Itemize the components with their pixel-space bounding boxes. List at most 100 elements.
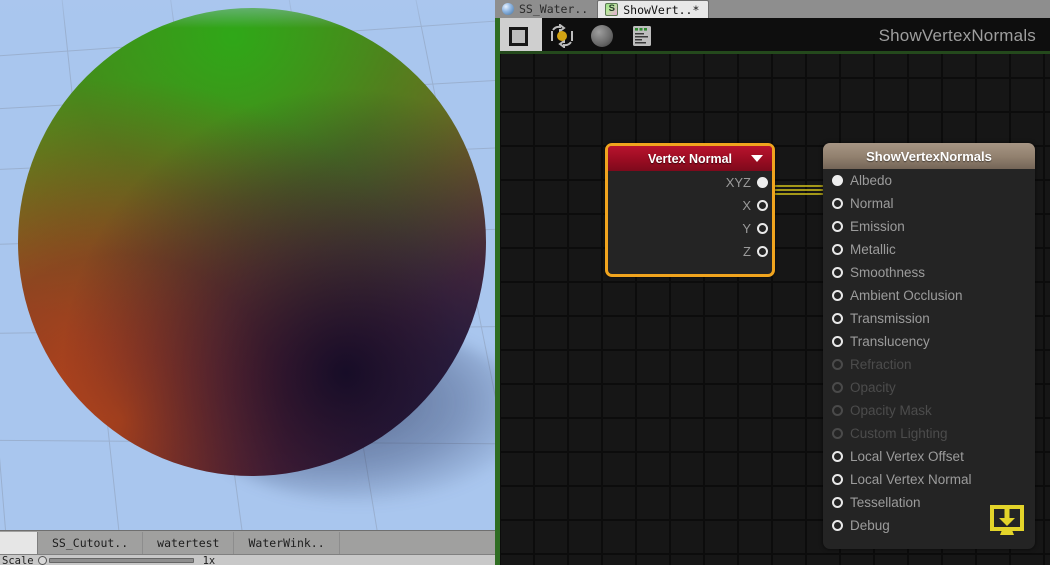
input-port-label: Local Vertex Normal — [850, 472, 972, 487]
input-port-albedo[interactable]: Albedo — [823, 169, 1035, 192]
port-dot[interactable] — [832, 336, 843, 347]
port-dot[interactable] — [832, 497, 843, 508]
input-port-opacity-mask: Opacity Mask — [823, 399, 1035, 422]
port-dot[interactable] — [757, 200, 768, 211]
port-dot[interactable] — [832, 221, 843, 232]
bottom-tab-label: WaterWink.. — [248, 535, 325, 550]
node-header[interactable]: Vertex Normal — [608, 146, 772, 171]
input-port-label: Emission — [850, 219, 905, 234]
port-dot[interactable] — [832, 244, 843, 255]
node-title: Vertex Normal — [647, 151, 733, 166]
output-port-label: Y — [742, 221, 751, 236]
input-port-ambient-occlusion[interactable]: Ambient Occlusion — [823, 284, 1035, 307]
document-code-icon — [633, 26, 651, 46]
port-dot[interactable] — [832, 313, 843, 324]
node-title: ShowVertexNormals — [866, 148, 992, 164]
input-port-normal[interactable]: Normal — [823, 192, 1035, 215]
bottom-tab-ss-cutout[interactable]: SS_Cutout.. — [38, 531, 144, 554]
input-port-label: Custom Lighting — [850, 426, 948, 441]
input-port-label: Ambient Occlusion — [850, 288, 963, 303]
bottom-tab-watertest[interactable]: watertest — [143, 531, 235, 554]
scale-slider-track[interactable] — [48, 558, 194, 563]
port-dot[interactable] — [757, 223, 768, 234]
output-port-y[interactable]: Y — [608, 217, 772, 240]
input-port-label: Opacity — [850, 380, 896, 395]
port-dot[interactable] — [832, 520, 843, 531]
output-port-label: X — [742, 198, 751, 213]
input-port-emission[interactable]: Emission — [823, 215, 1035, 238]
port-dot[interactable] — [832, 267, 843, 278]
input-port-transmission[interactable]: Transmission — [823, 307, 1035, 330]
code-button[interactable] — [622, 18, 662, 54]
input-port-label: Tessellation — [850, 495, 921, 510]
page-title: ShowVertexNormals — [878, 26, 1036, 45]
output-port-label: XYZ — [725, 175, 751, 190]
port-dot[interactable] — [757, 177, 768, 188]
preview-button[interactable] — [582, 18, 622, 54]
square-icon — [509, 26, 528, 46]
scale-slider-row[interactable]: Scale 1x — [0, 554, 495, 565]
port-dot[interactable] — [832, 290, 843, 301]
download-to-monitor-icon[interactable] — [987, 503, 1027, 539]
output-port-label: Z — [743, 244, 751, 259]
port-dot — [832, 382, 843, 393]
bottom-tab-waterwink[interactable]: WaterWink.. — [234, 531, 340, 554]
input-port-smoothness[interactable]: Smoothness — [823, 261, 1035, 284]
project-tab-strip[interactable]: SS_Cutout.. watertest WaterWink.. — [0, 531, 495, 554]
port-dot — [832, 405, 843, 416]
bottom-tab-label: SS_Cutout.. — [52, 535, 129, 550]
port-dot — [832, 428, 843, 439]
output-port-xyz[interactable]: XYZ — [608, 171, 772, 194]
editor-tab-label: ShowVert..* — [623, 2, 700, 17]
chevron-down-icon[interactable] — [751, 155, 763, 162]
output-port-z[interactable]: Z — [608, 240, 772, 263]
input-port-custom-lighting: Custom Lighting — [823, 422, 1035, 445]
output-port-x[interactable]: X — [608, 194, 772, 217]
update-button[interactable] — [542, 18, 582, 54]
bottom-bar: SS_Cutout.. watertest WaterWink.. Scale … — [0, 530, 495, 565]
input-port-label: Refraction — [850, 357, 912, 372]
editor-tab-label: SS_Water.. — [519, 2, 589, 16]
input-port-opacity: Opacity — [823, 376, 1035, 399]
input-port-label: Opacity Mask — [850, 403, 932, 418]
input-port-label: Transmission — [850, 311, 930, 326]
port-dot[interactable] — [832, 198, 843, 209]
scale-label: Scale — [2, 554, 34, 565]
port-dot[interactable] — [832, 474, 843, 485]
shader-icon — [605, 3, 619, 16]
node-header[interactable]: ShowVertexNormals — [823, 143, 1035, 169]
node-vertex-normal[interactable]: Vertex Normal XYZ X Y Z — [605, 143, 775, 277]
input-port-label: Translucency — [850, 334, 930, 349]
editor-tab-bar[interactable]: SS_Water.. ShowVert..* — [495, 0, 1050, 18]
input-port-refraction: Refraction — [823, 353, 1035, 376]
port-dot[interactable] — [832, 451, 843, 462]
bottom-tab-label: watertest — [157, 535, 220, 550]
input-port-local-vertex-normal[interactable]: Local Vertex Normal — [823, 468, 1035, 491]
port-dot[interactable] — [832, 175, 843, 186]
app-window: SS_Cutout.. watertest WaterWink.. Scale … — [0, 0, 1050, 565]
panel-top-border — [500, 51, 1050, 54]
grey-sphere-icon — [591, 25, 613, 47]
scale-value: 1x — [202, 554, 216, 565]
stop-button[interactable] — [495, 18, 542, 54]
shaded-sphere[interactable] — [18, 8, 486, 476]
port-dot[interactable] — [757, 246, 768, 257]
tab-strip-spacer — [0, 531, 38, 554]
input-port-metallic[interactable]: Metallic — [823, 238, 1035, 261]
scale-slider-knob[interactable] — [37, 556, 47, 565]
input-port-translucency[interactable]: Translucency — [823, 330, 1035, 353]
editor-tab-showvertexnormals[interactable]: ShowVert..* — [597, 0, 710, 18]
input-port-label: Local Vertex Offset — [850, 449, 964, 464]
sphere-icon — [502, 3, 514, 15]
port-dot — [832, 359, 843, 370]
input-port-label: Metallic — [850, 242, 896, 257]
input-port-label: Normal — [850, 196, 894, 211]
input-port-label: Smoothness — [850, 265, 926, 280]
input-port-label: Debug — [850, 518, 890, 533]
input-port-label: Albedo — [850, 173, 893, 188]
refresh-sphere-icon — [551, 24, 573, 48]
input-port-local-vertex-offset[interactable]: Local Vertex Offset — [823, 445, 1035, 468]
node-master-showvertexnormals[interactable]: ShowVertexNormals Albedo Normal Emission… — [823, 143, 1035, 549]
editor-tab-ss-water[interactable]: SS_Water.. — [495, 0, 598, 18]
scene-preview-viewport[interactable] — [0, 0, 495, 530]
